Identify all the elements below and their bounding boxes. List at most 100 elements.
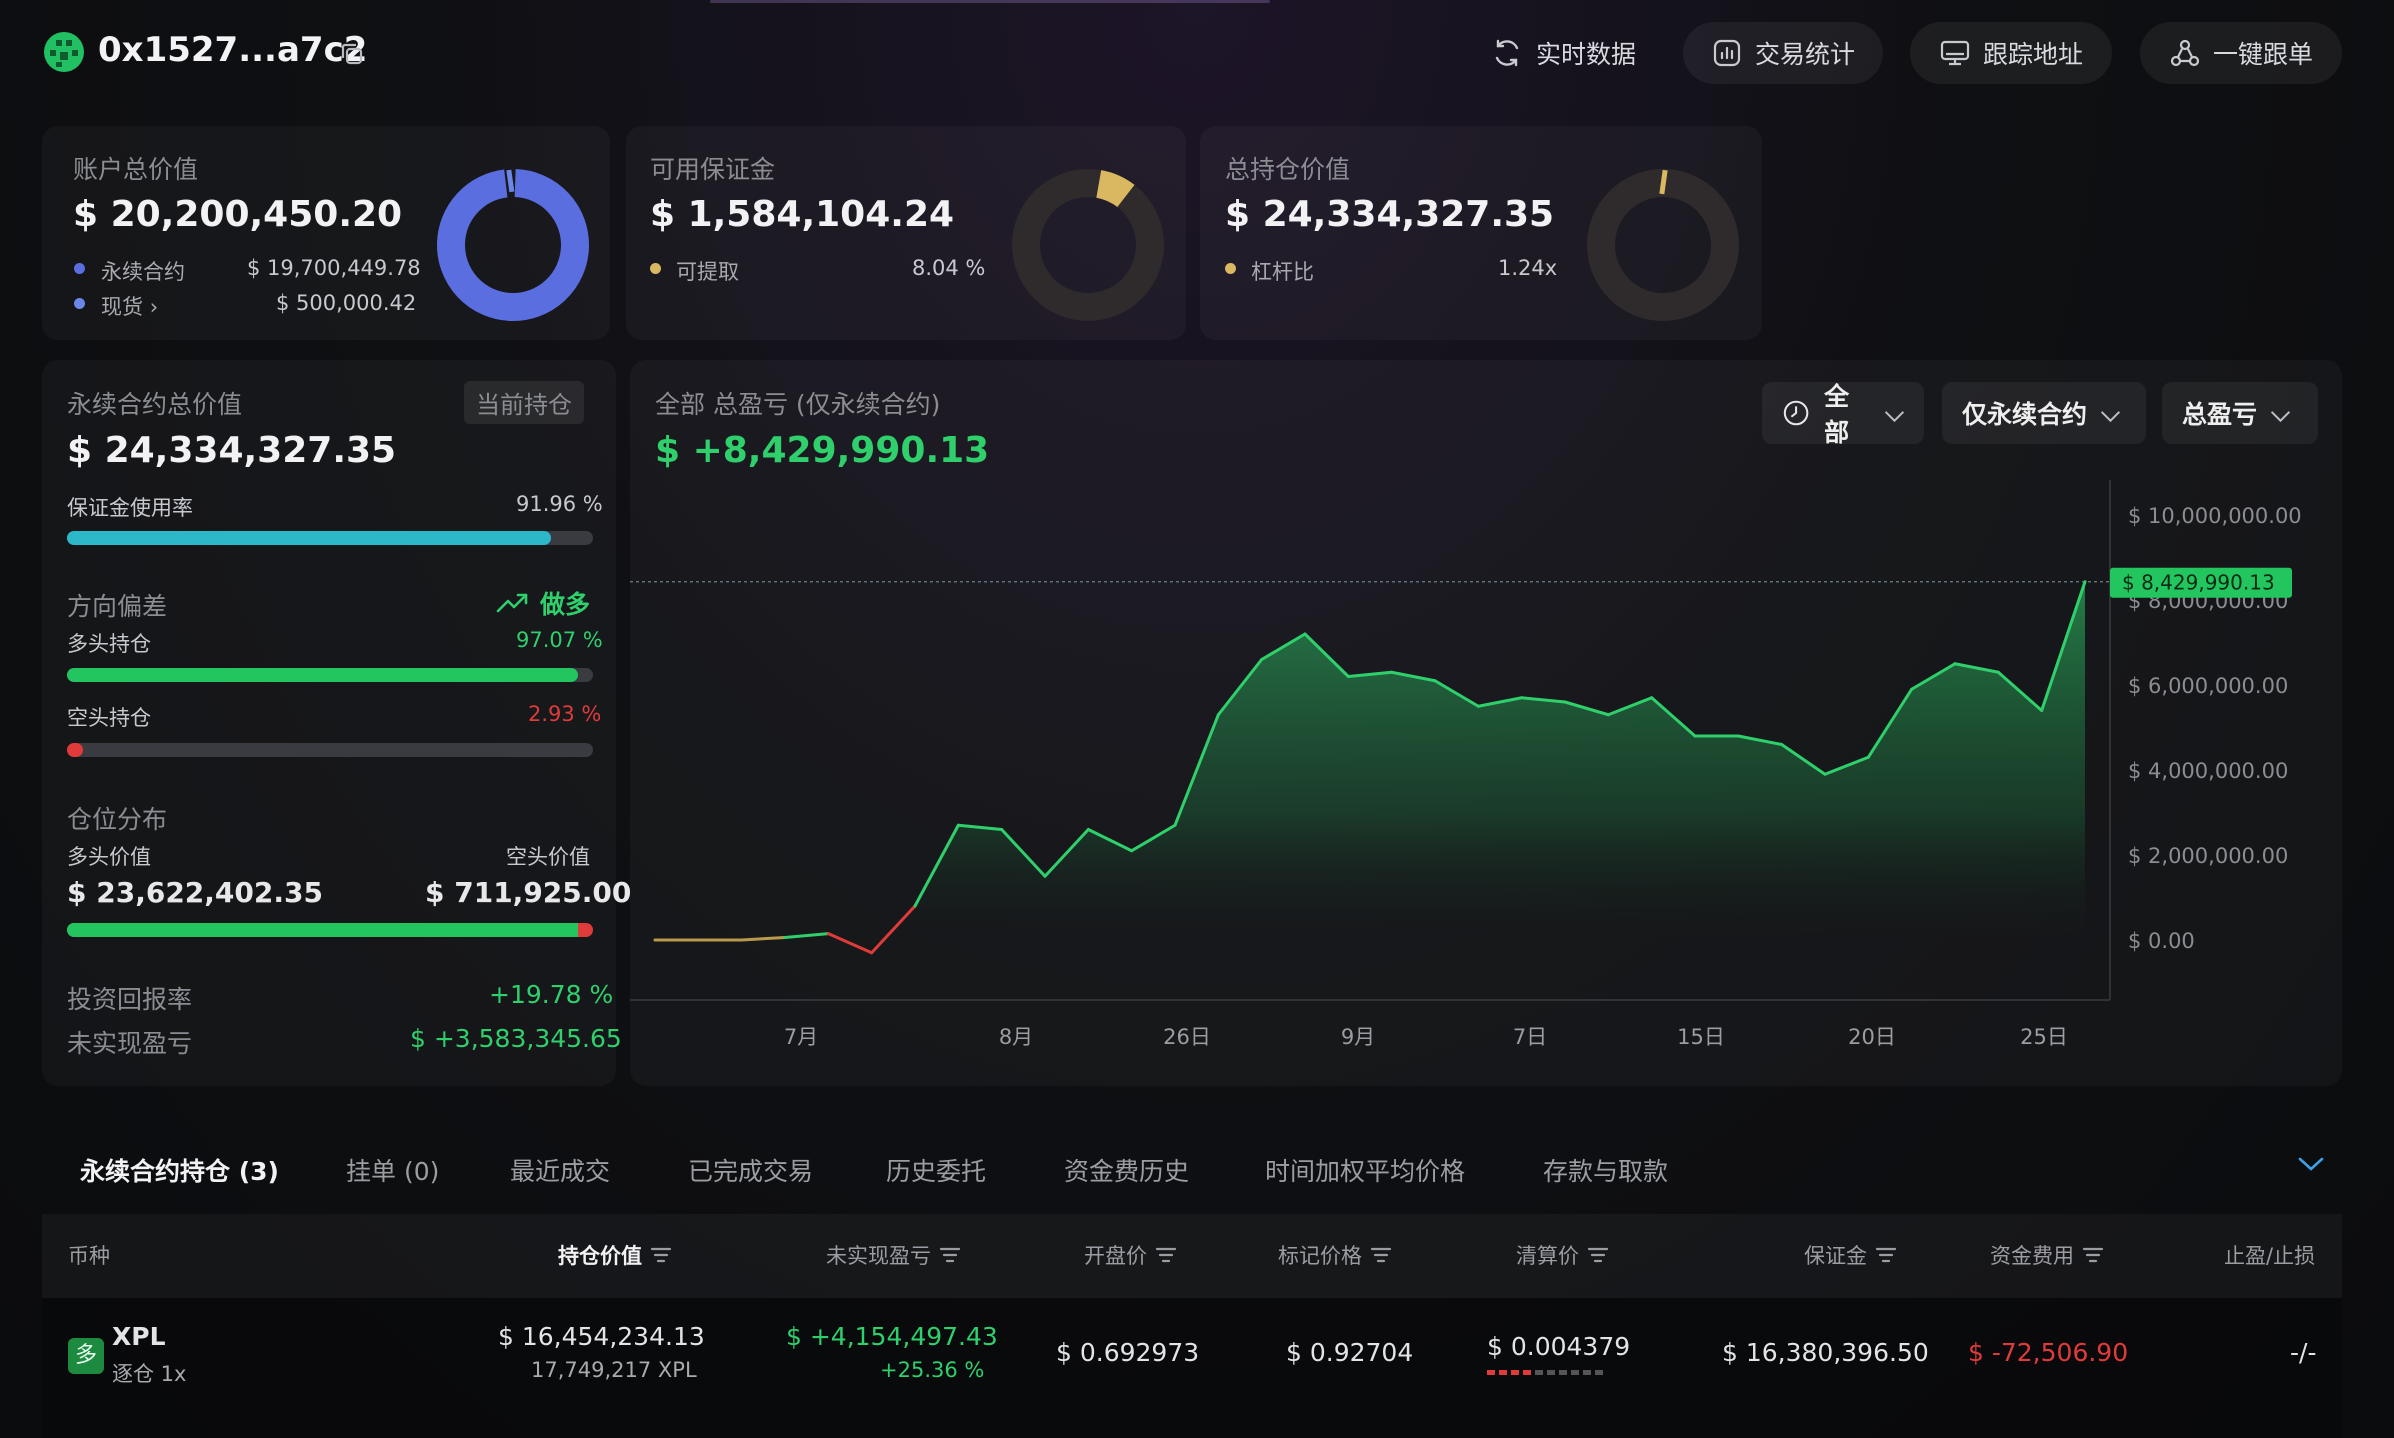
tab-4[interactable]: 历史委托 [886,1152,986,1188]
refresh-icon [1495,39,1519,67]
th-3[interactable]: 开盘价 [1084,1240,1177,1270]
x-tick-label: 9月 [1341,1025,1375,1049]
tab-6[interactable]: 时间加权平均价格 [1265,1152,1465,1188]
chevron-down-icon: ⌵ [1885,398,1904,427]
leverage-dot [1225,263,1236,274]
copy-icon[interactable] [338,40,366,68]
tab-5[interactable]: 资金费历史 [1064,1152,1189,1188]
pnl-line-segment [826,932,874,955]
range-filter[interactable]: 全部 ⌵ [1762,382,1924,447]
th-6[interactable]: 保证金 [1804,1240,1897,1270]
position-value: $ 16,454,234.13 [498,1322,705,1351]
th-1[interactable]: 持仓价值 [558,1240,672,1270]
upnl-cell: $ +4,154,497.43 [786,1322,998,1351]
th-label: 开盘价 [1084,1244,1147,1268]
withdraw-label: 可提取 [676,260,739,284]
distribution-long-fill [67,923,578,937]
th-7[interactable]: 资金费用 [1990,1240,2104,1270]
tab-perp-positions[interactable]: 永续合约持仓 (3) [80,1152,279,1188]
margin-label: 可用保证金 [650,155,776,184]
y-tick-label: $ 10,000,000.00 [2128,504,2302,528]
pnl-chart: $ 10,000,000.00$ 8,000,000.00$ 6,000,000… [630,480,2302,1049]
x-tick-label: 26日 [1163,1025,1211,1049]
th-label: 止盈/止损 [2224,1244,2316,1268]
x-tick-label: 15日 [1677,1025,1725,1049]
margin-mode: 逐仓 1x [112,1362,187,1386]
margin-usage-label: 保证金使用率 [67,496,193,520]
margin-donut [1012,169,1164,321]
th-5[interactable]: 清算价 [1516,1240,1609,1270]
position-label: 总持仓价值 [1225,155,1351,184]
mark-price: $ 0.92704 [1286,1338,1414,1367]
long-value-label: 多头价值 [67,845,151,869]
copytrade-label: 一键跟单 [2212,40,2313,69]
roi-label: 投资回报率 [67,985,193,1014]
chevron-down-icon: ⌵ [2271,398,2290,427]
th-label: 保证金 [1804,1244,1867,1268]
roi-value: +19.78 % [489,980,614,1009]
th-0: 币种 [68,1240,110,1270]
y-tick-label: $ 6,000,000.00 [2128,674,2288,698]
short-bar [67,743,593,757]
distribution-label: 仓位分布 [67,805,168,834]
position-qty: 17,749,217 XPL [531,1358,697,1382]
th-label: 未实现盈亏 [826,1244,931,1268]
long-pct: 97.07 % [516,628,603,652]
realtime-button[interactable]: 实时数据 [1490,22,1636,84]
liq-price: $ 0.004379 [1487,1332,1631,1361]
perp-total-value: $ 24,334,327.35 [67,430,397,471]
tpsl-cell[interactable]: -/- [2290,1338,2316,1367]
stats-button[interactable]: 交易统计 [1683,22,1883,84]
long-side-badge: 多 [68,1338,104,1374]
bias-indicator: 做多 [496,585,590,621]
copytrade-button[interactable]: 一键跟单 [2140,22,2342,84]
th-label: 标记价格 [1278,1244,1362,1268]
y-tick-label: $ 0.00 [2128,929,2195,953]
upnl-pct-cell: +25.36 % [880,1358,985,1382]
account-value-label: 账户总价值 [73,155,199,184]
stats-label: 交易统计 [1754,40,1855,69]
tab-3[interactable]: 已完成交易 [688,1152,813,1188]
coin-name[interactable]: XPL [112,1322,166,1351]
current-position-badge[interactable]: 当前持仓 [464,381,584,424]
market-filter[interactable]: 仅永续合约 ⌵ [1942,382,2146,444]
metric-filter[interactable]: 总盈亏 ⌵ [2162,382,2318,444]
address-avatar [42,30,86,74]
bias-label: 方向偏差 [67,592,168,621]
table-row[interactable] [42,1298,2342,1438]
upnl-value: $ +3,583,345.65 [410,1024,622,1053]
th-label: 持仓价值 [558,1244,642,1268]
perp-label: 永续合约 [101,260,185,284]
short-fill [67,743,83,757]
short-value: $ 711,925.00 [425,876,632,909]
margin-value: $ 1,584,104.24 [650,194,955,235]
x-tick-label: 20日 [1848,1025,1896,1049]
track-button[interactable]: 跟踪地址 [1910,22,2112,84]
th-label: 资金费用 [1990,1244,2074,1268]
tab-7[interactable]: 存款与取款 [1543,1152,1668,1188]
perp-dot [74,263,85,274]
x-tick-label: 8月 [999,1025,1033,1049]
collapse-chevron-icon[interactable] [2296,1154,2326,1178]
tab-1[interactable]: 挂单 (0) [346,1152,439,1188]
tab-2[interactable]: 最近成交 [510,1152,610,1188]
sort-icon [1155,1247,1177,1263]
x-tick-label: 7月 [784,1025,818,1049]
th-label: 清算价 [1516,1244,1579,1268]
spot-label: 现货 [101,295,143,319]
top-glow [710,0,1270,3]
spot-link[interactable]: 现货 › [101,291,158,321]
y-tick-label: $ 4,000,000.00 [2128,759,2288,783]
th-4[interactable]: 标记价格 [1278,1240,1392,1270]
range-filter-label: 全部 [1824,382,1850,447]
funding-cell: $ -72,506.90 [1968,1338,2129,1367]
sort-icon [1587,1247,1609,1263]
th-label: 币种 [68,1244,110,1268]
metric-filter-label: 总盈亏 [2182,400,2258,429]
th-2[interactable]: 未实现盈亏 [826,1240,961,1270]
share-nodes-icon [2170,39,2200,67]
long-bar [67,668,593,682]
realtime-label: 实时数据 [1536,40,1637,69]
chevron-right-icon: › [149,295,159,319]
margin-cell: $ 16,380,396.50 [1722,1338,1929,1367]
